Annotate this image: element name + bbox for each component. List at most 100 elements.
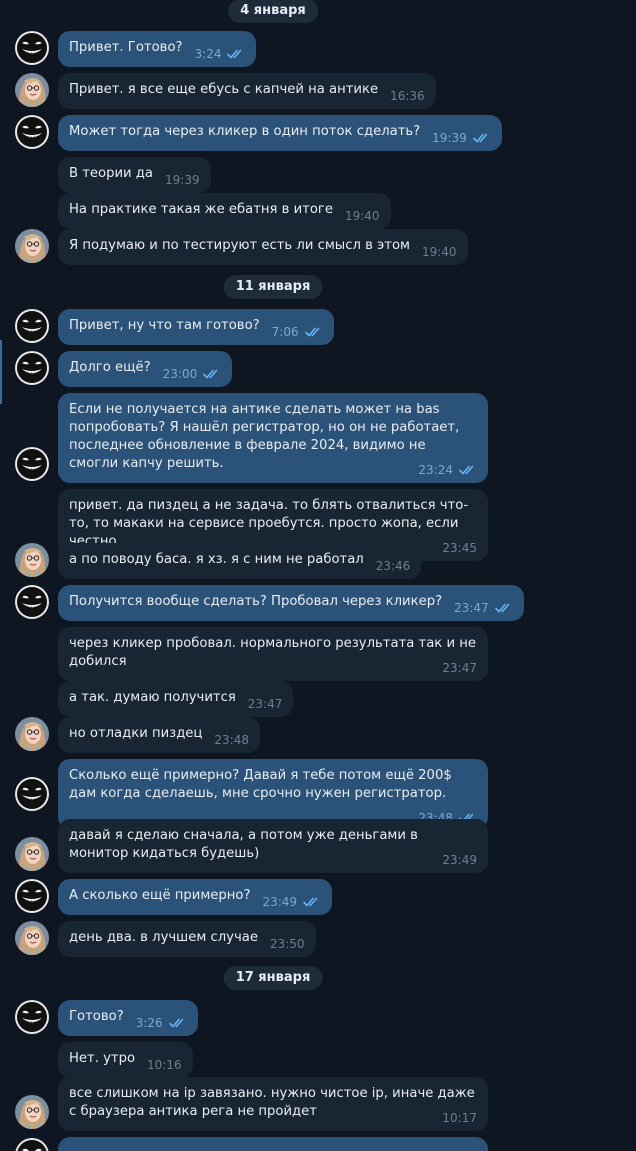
message-meta: 16:36 [390, 87, 425, 105]
message-outgoing-partial[interactable] [58, 1137, 488, 1151]
user-avatar[interactable] [15, 837, 49, 871]
message-outgoing[interactable]: Если не получается на антике сделать мож… [58, 393, 488, 483]
message-incoming[interactable]: Привет. я все еще ебусь с капчей на анти… [58, 73, 436, 109]
message-time: 19:40 [344, 209, 380, 223]
message-meta: 10:17 [442, 1109, 477, 1127]
user-avatar[interactable] [15, 73, 49, 107]
contact-avatar[interactable] [15, 31, 49, 65]
message-text: Получится вообще сделать? Пробовал через… [69, 594, 443, 609]
message-text: а по поводу баса. я хз. я с ним не работ… [69, 552, 364, 567]
message-text: На практике такая же ебатня в итоге [69, 202, 333, 217]
message-time: 23:47 [442, 661, 477, 675]
message-incoming[interactable]: через кликер пробовал. нормального резул… [58, 627, 488, 681]
selection-indicator [0, 340, 2, 404]
message-incoming[interactable]: Нет. утро 10:16 [58, 1042, 193, 1078]
double-check-icon [304, 327, 323, 337]
message-meta: 3:26 [136, 1014, 187, 1032]
double-check-icon [494, 603, 513, 613]
date-separator: 17 января [223, 966, 323, 990]
message-text: Может тогда через кликер в один поток сд… [69, 124, 421, 139]
message-time: 10:17 [442, 1111, 477, 1125]
message-incoming[interactable]: а по поводу баса. я хз. я с ним не работ… [58, 543, 422, 579]
message-incoming[interactable]: но отладки пиздец 23:48 [58, 717, 260, 753]
message-text: давай я сделаю сначала, а потом уже день… [69, 828, 423, 861]
message-time: 23:49 [442, 853, 477, 867]
double-check-icon [472, 133, 491, 143]
message-text: А сколько ещё примерно? [69, 888, 251, 903]
message-outgoing[interactable]: Готово? 3:26 [58, 1000, 198, 1036]
message-incoming[interactable]: В теории да 19:39 [58, 157, 211, 193]
contact-avatar[interactable] [15, 1000, 49, 1034]
message-text: Нет. утро [69, 1051, 136, 1066]
message-time: 19:39 [432, 131, 467, 145]
message-time: 19:39 [165, 173, 200, 187]
message-text: привет. да пиздец а не задача. то блять … [69, 498, 469, 549]
message-incoming[interactable]: На практике такая же ебатня в итоге 19:40 [58, 193, 391, 229]
message-text: Я подумаю и по тестируют есть ли смысл в… [69, 238, 410, 253]
message-outgoing[interactable]: Получится вообще сделать? Пробовал через… [58, 585, 524, 621]
message-meta: 19:39 [165, 171, 200, 189]
user-avatar[interactable] [15, 921, 49, 955]
message-time: 19:40 [421, 245, 457, 259]
message-meta: 7:06 [272, 323, 323, 341]
message-outgoing[interactable]: А сколько ещё примерно? 23:49 [58, 879, 333, 915]
message-incoming[interactable]: день два. в лучшем случае 23:50 [58, 921, 316, 957]
message-time: 23:50 [269, 937, 305, 951]
contact-avatar[interactable] [15, 115, 49, 149]
message-text: но отладки пиздец [69, 726, 203, 741]
message-meta: 19:39 [432, 129, 491, 147]
contact-avatar[interactable] [15, 1138, 49, 1151]
double-check-icon [168, 1018, 187, 1028]
message-time: 23:49 [262, 895, 298, 909]
double-check-icon [459, 465, 477, 475]
user-avatar[interactable] [15, 543, 49, 577]
message-meta: 3:24 [195, 45, 246, 63]
message-meta: 23:49 [262, 893, 321, 911]
user-avatar[interactable] [15, 717, 49, 751]
message-time: 3:24 [194, 47, 222, 61]
contact-avatar[interactable] [15, 447, 49, 481]
message-incoming[interactable]: все слишком на ip завязано. нужно чистое… [58, 1077, 488, 1131]
chat-history[interactable]: 4 января Привет. Готово? 3:24 Привет. я в… [0, 0, 636, 1151]
message-text: Привет, ну что там готово? [69, 318, 260, 333]
message-text: Готово? [69, 1009, 124, 1024]
message-time: 23:46 [375, 559, 411, 573]
contact-avatar[interactable] [15, 309, 49, 343]
message-meta: 19:40 [422, 243, 457, 261]
message-meta: 23:45 [442, 539, 477, 557]
user-avatar[interactable] [15, 1095, 49, 1129]
message-time: 23:00 [162, 367, 198, 381]
user-avatar[interactable] [15, 229, 49, 263]
contact-avatar[interactable] [15, 879, 49, 913]
message-time: 23:47 [454, 601, 489, 615]
contact-avatar[interactable] [15, 777, 49, 811]
message-incoming[interactable]: Я подумаю и по тестируют есть ли смысл в… [58, 229, 468, 265]
message-text: Если не получается на антике сделать мож… [69, 402, 464, 471]
message-time: 16:36 [390, 89, 425, 103]
message-outgoing[interactable]: Привет. Готово? 3:24 [58, 31, 257, 67]
double-check-icon [203, 369, 221, 379]
message-time: 23:24 [418, 463, 453, 477]
double-check-icon [227, 49, 245, 59]
message-text: В теории да [69, 166, 154, 181]
message-meta: 19:40 [345, 207, 380, 225]
message-outgoing[interactable]: Привет, ну что там готово? 7:06 [58, 309, 334, 345]
message-meta: 10:16 [147, 1056, 182, 1074]
contact-avatar[interactable] [15, 351, 49, 385]
message-outgoing[interactable]: Долго ещё? 23:00 [58, 351, 233, 387]
message-meta: 23:46 [376, 557, 411, 575]
message-incoming[interactable]: давай я сделаю сначала, а потом уже день… [58, 819, 488, 873]
message-time: 23:48 [214, 733, 249, 747]
message-outgoing[interactable]: Может тогда через кликер в один поток сд… [58, 115, 502, 151]
message-meta: 23:47 [442, 659, 477, 677]
message-incoming[interactable]: а так. думаю получится 23:47 [58, 681, 294, 717]
message-time: 7:06 [271, 325, 299, 339]
contact-avatar[interactable] [15, 585, 49, 619]
message-meta: 23:49 [442, 851, 477, 869]
message-time: 10:16 [147, 1058, 182, 1072]
message-meta: 23:47 [454, 599, 513, 617]
message-text: Привет. я все еще ебусь с капчей на анти… [69, 82, 379, 97]
message-meta: 23:00 [163, 365, 222, 383]
message-text: через кликер пробовал. нормального резул… [69, 636, 481, 669]
message-text: Сколько ещё примерно? Давай я тебе потом… [69, 768, 456, 801]
